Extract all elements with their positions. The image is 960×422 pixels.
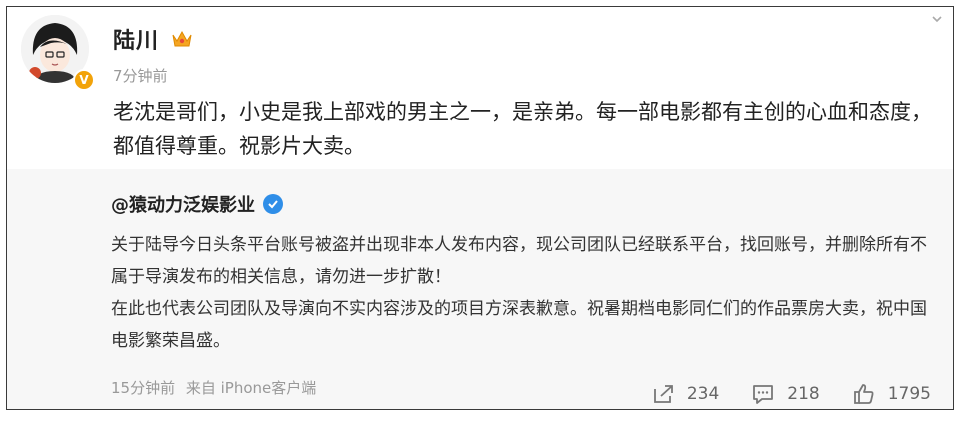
- repost-author[interactable]: @猿动力泛娱影业: [111, 191, 255, 217]
- repost-box[interactable]: @猿动力泛娱影业 关于陆导今日头条平台账号被盗并出现非本人发布内容，现公司团队已…: [7, 169, 953, 409]
- comment-icon: [753, 385, 774, 404]
- like-count: 1795: [887, 384, 931, 404]
- repost-source: 来自 iPhone客户端: [185, 379, 317, 397]
- chevron-down-icon[interactable]: [931, 13, 943, 25]
- blue-verified-icon: [263, 194, 283, 214]
- weibo-post-card: V 陆川 7分钟前 老沈是哥们，小史是我上部戏的男主之一，是亲弟。每一部电影都有…: [6, 6, 954, 410]
- comment-button[interactable]: 218: [751, 383, 820, 405]
- repost-time[interactable]: 15分钟前: [111, 379, 175, 397]
- comment-count: 218: [787, 384, 820, 404]
- verified-badge-icon: V: [73, 69, 95, 91]
- repost-text: 关于陆导今日头条平台账号被盗并出现非本人发布内容，现公司团队已经联系平台，找回账…: [111, 229, 937, 357]
- repost-meta: 15分钟前 来自 iPhone客户端: [111, 377, 322, 398]
- like-button[interactable]: 1795: [852, 383, 931, 405]
- repost-paragraph-2: 在此也代表公司团队及导演向不实内容涉及的项目方深表歉意。祝暑期档电影同仁们的作品…: [111, 299, 927, 351]
- repost-paragraph-1: 关于陆导今日头条平台账号被盗并出现非本人发布内容，现公司团队已经联系平台，找回账…: [111, 235, 927, 287]
- username[interactable]: 陆川: [113, 23, 159, 55]
- share-count: 234: [686, 384, 720, 404]
- post-text: 老沈是哥们，小史是我上部戏的男主之一，是亲弟。每一部电影都有主创的心血和态度，都…: [113, 100, 932, 158]
- share-icon: [653, 385, 673, 403]
- thumbs-up-icon: [853, 384, 874, 404]
- crown-icon[interactable]: [171, 29, 193, 49]
- post-time[interactable]: 7分钟前: [113, 65, 168, 86]
- action-bar: 234 218 1795: [619, 383, 931, 405]
- share-button[interactable]: 234: [651, 383, 719, 405]
